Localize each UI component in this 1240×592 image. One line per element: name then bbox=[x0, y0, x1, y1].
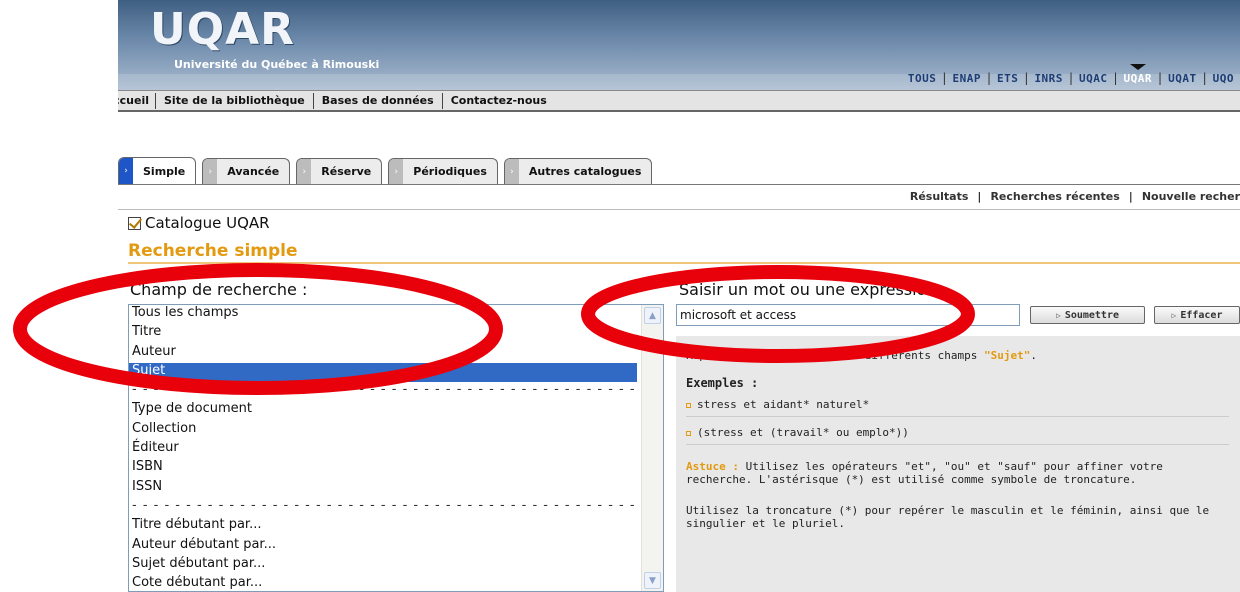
network-link-inrs[interactable]: INRS bbox=[1028, 72, 1069, 85]
tip-label: Astuce : bbox=[686, 460, 739, 473]
network-link-enap[interactable]: ENAP bbox=[946, 72, 987, 85]
example-item: stress et aidant* naturel* bbox=[686, 398, 1229, 417]
tip-text: Astuce : Utilisez les opérateurs "et", "… bbox=[686, 460, 1216, 486]
link-resultats[interactable]: Résultats bbox=[901, 190, 978, 203]
checkbox-icon bbox=[128, 216, 141, 230]
listbox-option[interactable]: ISBN bbox=[129, 459, 637, 478]
listbox-option[interactable]: Cote débutant par... bbox=[129, 575, 637, 591]
network-links: TOUS | ENAP | ETS | INRS | UQAC | UQAR | UQAT | UQO bbox=[902, 63, 1240, 90]
network-link-tous[interactable]: TOUS bbox=[902, 72, 943, 85]
links-divider bbox=[118, 209, 1240, 210]
main-nav: ccueil Site de la bibliothèque Bases de … bbox=[118, 90, 1240, 112]
listbox-option[interactable]: Sujet bbox=[129, 362, 637, 383]
scroll-down-icon[interactable]: ▼ bbox=[644, 572, 661, 589]
listbox-option[interactable]: Auteur bbox=[129, 344, 637, 363]
section-heading: Recherche simple bbox=[128, 241, 298, 261]
help-panel: Repère un(des) mot(s) dans différents ch… bbox=[676, 336, 1240, 592]
example-text: (stress et (travail* ou emplo*)) bbox=[697, 426, 909, 439]
tab-label: Périodiques bbox=[413, 165, 487, 178]
tab-label: Simple bbox=[143, 164, 186, 178]
listbox-option[interactable]: Titre bbox=[129, 324, 637, 343]
listbox-scrollbar[interactable]: ▲ ▼ bbox=[641, 305, 663, 591]
listbox-option[interactable]: Auteur débutant par... bbox=[129, 537, 637, 556]
search-label: Saisir un mot ou une expression : bbox=[679, 280, 947, 299]
network-link-uqar[interactable]: UQAR bbox=[1118, 63, 1159, 85]
examples-title: Exemples : bbox=[686, 376, 759, 390]
scroll-up-icon[interactable]: ▲ bbox=[644, 307, 661, 324]
network-link-label: UQAR bbox=[1123, 71, 1153, 85]
university-name: Université du Québec à Rimouski bbox=[174, 58, 380, 71]
tab-periodiques[interactable]: › Périodiques bbox=[388, 158, 498, 184]
network-link-uqat[interactable]: UQAT bbox=[1162, 72, 1203, 85]
listbox-option[interactable]: Type de document bbox=[129, 401, 637, 420]
hint-suffix: . bbox=[1030, 349, 1037, 362]
network-link-uqo[interactable]: UQO bbox=[1207, 72, 1240, 85]
submit-button[interactable]: ▷ Soumettre bbox=[1030, 306, 1145, 324]
submit-label: Soumettre bbox=[1064, 309, 1119, 321]
tab-arrow-icon: › bbox=[504, 159, 519, 184]
clear-button[interactable]: ▷ Effacer bbox=[1154, 306, 1240, 324]
play-icon: ▷ bbox=[1055, 310, 1061, 320]
tab-label: Réserve bbox=[321, 165, 372, 178]
example-text: stress et aidant* naturel* bbox=[697, 398, 870, 411]
active-pointer-icon bbox=[1129, 63, 1146, 70]
listbox-option[interactable]: Collection bbox=[129, 421, 637, 440]
tab-reserve[interactable]: › Réserve bbox=[296, 158, 383, 184]
catalogue-header: Catalogue UQAR bbox=[128, 214, 270, 232]
nav-bases-donnees[interactable]: Bases de données bbox=[314, 94, 442, 107]
clear-label: Effacer bbox=[1180, 309, 1223, 321]
listbox-option[interactable]: Éditeur bbox=[129, 440, 637, 459]
listbox-separator: - - - - - - - - - - - - - - - - - - - - … bbox=[132, 497, 636, 513]
nav-site-bibliotheque[interactable]: Site de la bibliothèque bbox=[156, 94, 313, 107]
search-field-listbox[interactable]: Tous les champs Titre Auteur Sujet - - - - -… bbox=[128, 304, 664, 592]
listbox-option[interactable]: Tous les champs bbox=[129, 305, 637, 324]
example-item: (stress et (travail* ou emplo*)) bbox=[686, 426, 1229, 445]
link-recherches-recentes[interactable]: Recherches récentes bbox=[981, 190, 1128, 203]
tabs-divider bbox=[118, 184, 1240, 185]
hint-text: Repère un(des) mot(s) dans différents ch… bbox=[686, 349, 985, 362]
catalogue-title: Catalogue UQAR bbox=[145, 214, 270, 232]
tip-body: Utilisez les opérateurs "et", "ou" et "s… bbox=[686, 460, 1163, 486]
link-nouvelle-recherche[interactable]: Nouvelle recher bbox=[1133, 190, 1240, 203]
help-hint: Repère un(des) mot(s) dans différents ch… bbox=[686, 349, 1037, 362]
uqar-logo[interactable]: UQAR bbox=[150, 4, 295, 55]
field-label: Champ de recherche : bbox=[130, 280, 308, 299]
nav-accueil[interactable]: ccueil bbox=[118, 94, 155, 107]
listbox-option[interactable]: ISSN bbox=[129, 479, 637, 498]
heading-rule bbox=[128, 262, 1240, 264]
tab-autres-catalogues[interactable]: › Autres catalogues bbox=[503, 158, 653, 184]
tab-label: Avancée bbox=[227, 165, 280, 178]
listbox-separator: - - - - - - - - - - - - - - - - - - - - … bbox=[132, 382, 636, 398]
tab-label: Autres catalogues bbox=[528, 165, 642, 178]
tab-arrow-icon: › bbox=[389, 159, 404, 184]
header-banner: UQAR Université du Québec à Rimouski TOU… bbox=[118, 0, 1240, 90]
bullet-icon bbox=[686, 402, 691, 408]
tab-arrow-icon: › bbox=[297, 159, 312, 184]
listbox-option[interactable]: Titre débutant par... bbox=[129, 517, 637, 536]
field-options: Tous les champs Titre Auteur Sujet - - - - -… bbox=[129, 305, 663, 591]
truncation-tip: Utilisez la troncature (*) pour repérer … bbox=[686, 504, 1210, 530]
results-links: Résultats | Recherches récentes | Nouvel… bbox=[901, 190, 1240, 203]
search-tabs: › Simple › Avancée › Réserve › Périodiqu… bbox=[118, 157, 658, 184]
tab-arrow-icon: › bbox=[119, 158, 133, 184]
search-input[interactable] bbox=[676, 304, 1020, 326]
nav-contactez-nous[interactable]: Contactez-nous bbox=[443, 94, 555, 107]
play-icon: ▷ bbox=[1171, 310, 1177, 320]
listbox-option[interactable]: Sujet débutant par... bbox=[129, 556, 637, 575]
network-link-ets[interactable]: ETS bbox=[991, 72, 1024, 85]
bullet-icon bbox=[686, 430, 691, 436]
tab-simple[interactable]: › Simple bbox=[118, 157, 197, 184]
tab-avancee[interactable]: › Avancée bbox=[202, 158, 291, 184]
hint-field: "Sujet" bbox=[984, 349, 1031, 362]
tab-arrow-icon: › bbox=[203, 159, 218, 184]
network-link-uqac[interactable]: UQAC bbox=[1073, 72, 1114, 85]
